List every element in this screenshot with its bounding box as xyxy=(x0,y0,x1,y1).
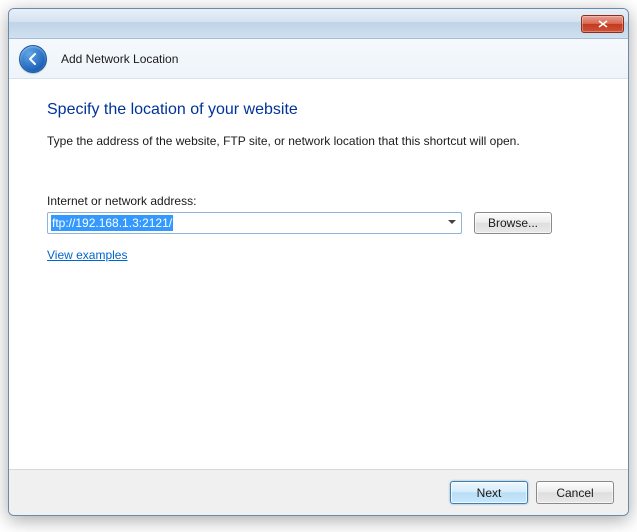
footer: Next Cancel xyxy=(9,469,628,515)
header-bar: Add Network Location xyxy=(9,39,628,79)
address-row: ftp://192.168.1.3:2121/ Browse... xyxy=(47,212,590,234)
next-button[interactable]: Next xyxy=(450,481,528,504)
wizard-content: Specify the location of your website Typ… xyxy=(9,79,628,469)
page-description: Type the address of the website, FTP sit… xyxy=(47,133,590,150)
page-heading: Specify the location of your website xyxy=(47,101,590,119)
address-combobox[interactable]: ftp://192.168.1.3:2121/ xyxy=(47,212,462,234)
wizard-window: Add Network Location Specify the locatio… xyxy=(8,8,629,516)
close-button[interactable] xyxy=(581,15,624,33)
address-label: Internet or network address: xyxy=(47,194,590,208)
view-examples-link[interactable]: View examples xyxy=(47,248,127,262)
titlebar xyxy=(9,9,628,39)
back-arrow-icon xyxy=(26,52,40,66)
close-icon xyxy=(598,20,608,28)
cancel-button[interactable]: Cancel xyxy=(536,481,614,504)
window-title: Add Network Location xyxy=(61,52,178,66)
dropdown-button[interactable] xyxy=(443,213,461,233)
back-button[interactable] xyxy=(19,45,47,73)
address-input[interactable] xyxy=(48,214,443,232)
browse-button[interactable]: Browse... xyxy=(474,212,552,234)
chevron-down-icon xyxy=(448,220,456,225)
